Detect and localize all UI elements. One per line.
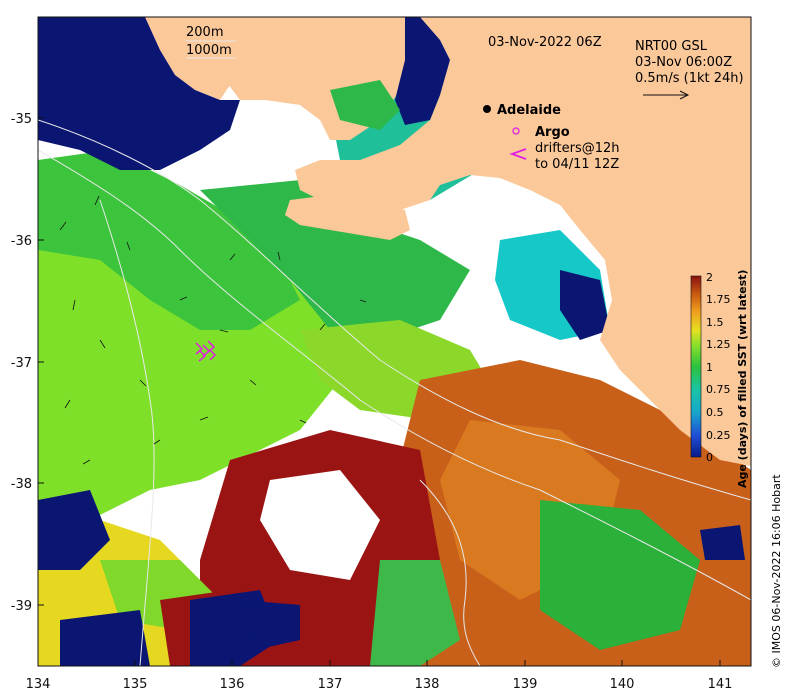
x-tick-140: 140 [610, 677, 635, 692]
map-date: 03-Nov-2022 06Z [488, 35, 602, 50]
colorbar-tick-1: 1 [706, 361, 713, 374]
x-tick-138: 138 [415, 677, 440, 692]
adelaide-label: Adelaide [497, 103, 561, 118]
drifters-legend-line1: drifters@12h [535, 141, 620, 156]
product-name: NRT00 GSL [635, 39, 708, 54]
argo-legend-label: Argo [535, 125, 570, 140]
x-tick-134: 134 [26, 677, 51, 692]
drifters-legend-line2: to 04/11 12Z [535, 157, 619, 172]
x-tick-labels: 134 135 136 137 138 139 140 141 [26, 677, 733, 692]
y-tick-39: -39 [11, 599, 32, 614]
x-tick-137: 137 [318, 677, 343, 692]
imos-credit: © IMOS 06-Nov-2022 16:06 Hobart [770, 474, 783, 668]
colorbar-title: Age (days) of filled SST (wrt latest) [736, 270, 749, 488]
isobath-1000m-label: 1000m [186, 43, 232, 58]
adelaide-marker [483, 105, 491, 113]
colorbar-tick-0.25: 0.25 [706, 429, 731, 442]
y-tick-36: -36 [11, 234, 32, 249]
colorbar-tick-1.25: 1.25 [706, 338, 731, 351]
y-tick-38: -38 [11, 477, 32, 492]
x-tick-141: 141 [708, 677, 733, 692]
x-tick-139: 139 [513, 677, 538, 692]
colorbar-tick-1.75: 1.75 [706, 293, 731, 306]
colorbar-tick-1.5: 1.5 [706, 316, 724, 329]
colorbar-tick-0.5: 0.5 [706, 406, 724, 419]
colorbar-tick-2: 2 [706, 271, 713, 284]
colorbar-tick-0.75: 0.75 [706, 383, 731, 396]
isobath-200m-label: 200m [186, 25, 223, 40]
product-time: 03-Nov 06:00Z [635, 55, 732, 70]
y-tick-35: -35 [11, 112, 32, 127]
y-tick-37: -37 [11, 356, 32, 371]
x-tick-136: 136 [220, 677, 245, 692]
sst-age-map: 134 135 136 137 138 139 140 141 -35 -36 … [11, 16, 783, 692]
colorbar-scale [690, 275, 702, 458]
x-tick-135: 135 [123, 677, 148, 692]
velocity-scale: 0.5m/s (1kt 24h) [635, 71, 744, 86]
y-tick-labels: -35 -36 -37 -38 -39 [11, 112, 32, 614]
colorbar-tick-0: 0 [706, 451, 713, 464]
